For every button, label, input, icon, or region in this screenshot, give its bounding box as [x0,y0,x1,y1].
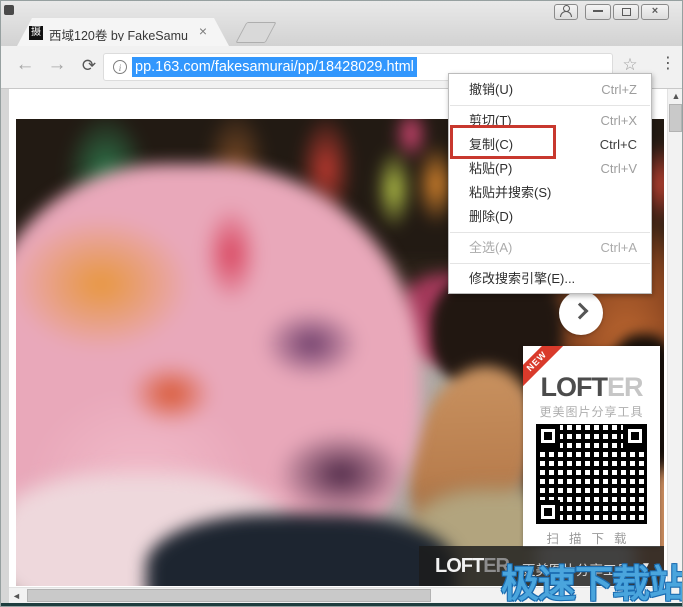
menu-shortcut: Ctrl+X [600,113,637,128]
title-bar: 摄 西域120卷 by FakeSamu × × [1,1,682,46]
bookmark-star-icon[interactable]: ☆ [618,55,642,75]
lofter-logo: LOFTER [540,372,644,402]
minimize-button[interactable] [585,4,611,20]
menu-item-label: 粘贴(P) [469,161,513,176]
browser-window: 摄 西域120卷 by FakeSamu × × ← → ⟳ i pp.163.… [0,0,683,607]
scan-download-label: 扫描下载 [546,532,637,546]
maximize-button[interactable] [613,4,639,20]
menu-item-undo[interactable]: 撤销(U) Ctrl+Z [449,78,651,102]
chrome-menu-icon[interactable]: ⋮ [656,53,680,73]
new-tab-button[interactable] [235,22,277,43]
qr-finder-icon [536,500,560,524]
scroll-left-icon[interactable]: ◄ [12,591,21,601]
tab-title: 西域120卷 by FakeSamu [49,29,188,41]
menu-shortcut: Ctrl+A [600,240,637,255]
menu-item-label: 粘贴并搜索(S) [469,185,552,200]
copy-highlight-box [450,125,556,159]
lofter-bar-logo: LOFTER [435,555,510,577]
browser-tab[interactable]: 摄 西域120卷 by FakeSamu × [17,18,229,46]
menu-item-paste-and-search[interactable]: 粘贴并搜索(S) [449,181,651,205]
back-icon[interactable]: ← [13,54,37,76]
vertical-scrollbar[interactable]: ▲ ▼ [667,89,682,587]
lofter-tagline: 更美图片分享工具 [539,405,644,419]
url-selected-text: pp.163.com/fakesamurai/pp/18428029.html [132,57,417,77]
context-menu: 撤销(U) Ctrl+Z 剪切(T) Ctrl+X 复制(C) Ctrl+C 粘贴(P… [448,73,652,294]
menu-separator [450,105,650,106]
chevron-right-icon [571,302,589,320]
menu-item-label: 修改搜索引擎(E)... [469,271,576,286]
tab-close-icon[interactable]: × [195,24,211,40]
menu-separator [450,232,650,233]
lofter-qr-card: NEW LOFTER 更美图片分享工具 扫描下载 [523,346,660,547]
menu-item-label: 全选(A) [469,240,513,255]
menu-item-edit-search-engines[interactable]: 修改搜索引擎(E)... [449,267,651,291]
maximize-icon [621,8,631,16]
menu-shortcut: Ctrl+C [599,137,637,152]
qr-code [536,424,647,524]
menu-item-paste[interactable]: 粘贴(P) Ctrl+V [449,157,651,181]
next-photo-button[interactable] [559,291,603,335]
scroll-up-icon[interactable]: ▲ [668,91,682,101]
profile-button[interactable] [554,4,578,20]
vertical-scroll-thumb[interactable] [669,104,682,132]
forward-icon[interactable]: → [45,54,69,76]
page-info-icon[interactable]: i [113,60,127,74]
window-system-icon [4,5,14,15]
close-button[interactable]: × [641,4,669,20]
reload-icon[interactable]: ⟳ [77,56,101,76]
qr-finder-icon [623,424,647,448]
photo-dark-coat [146,514,456,586]
qr-finder-icon [536,424,560,448]
site-watermark: 极速下载站 [501,564,683,606]
person-icon [560,5,572,17]
menu-separator [450,263,650,264]
menu-item-select-all[interactable]: 全选(A) Ctrl+A [449,236,651,260]
tab-favicon: 摄 [29,26,43,40]
menu-shortcut: Ctrl+Z [601,82,637,97]
menu-item-delete[interactable]: 删除(D) [449,205,651,229]
horizontal-scroll-thumb[interactable] [27,589,431,602]
menu-shortcut: Ctrl+V [600,161,637,176]
minimize-icon [593,9,603,12]
menu-item-label: 撤销(U) [469,82,514,97]
menu-item-label: 删除(D) [469,209,514,224]
